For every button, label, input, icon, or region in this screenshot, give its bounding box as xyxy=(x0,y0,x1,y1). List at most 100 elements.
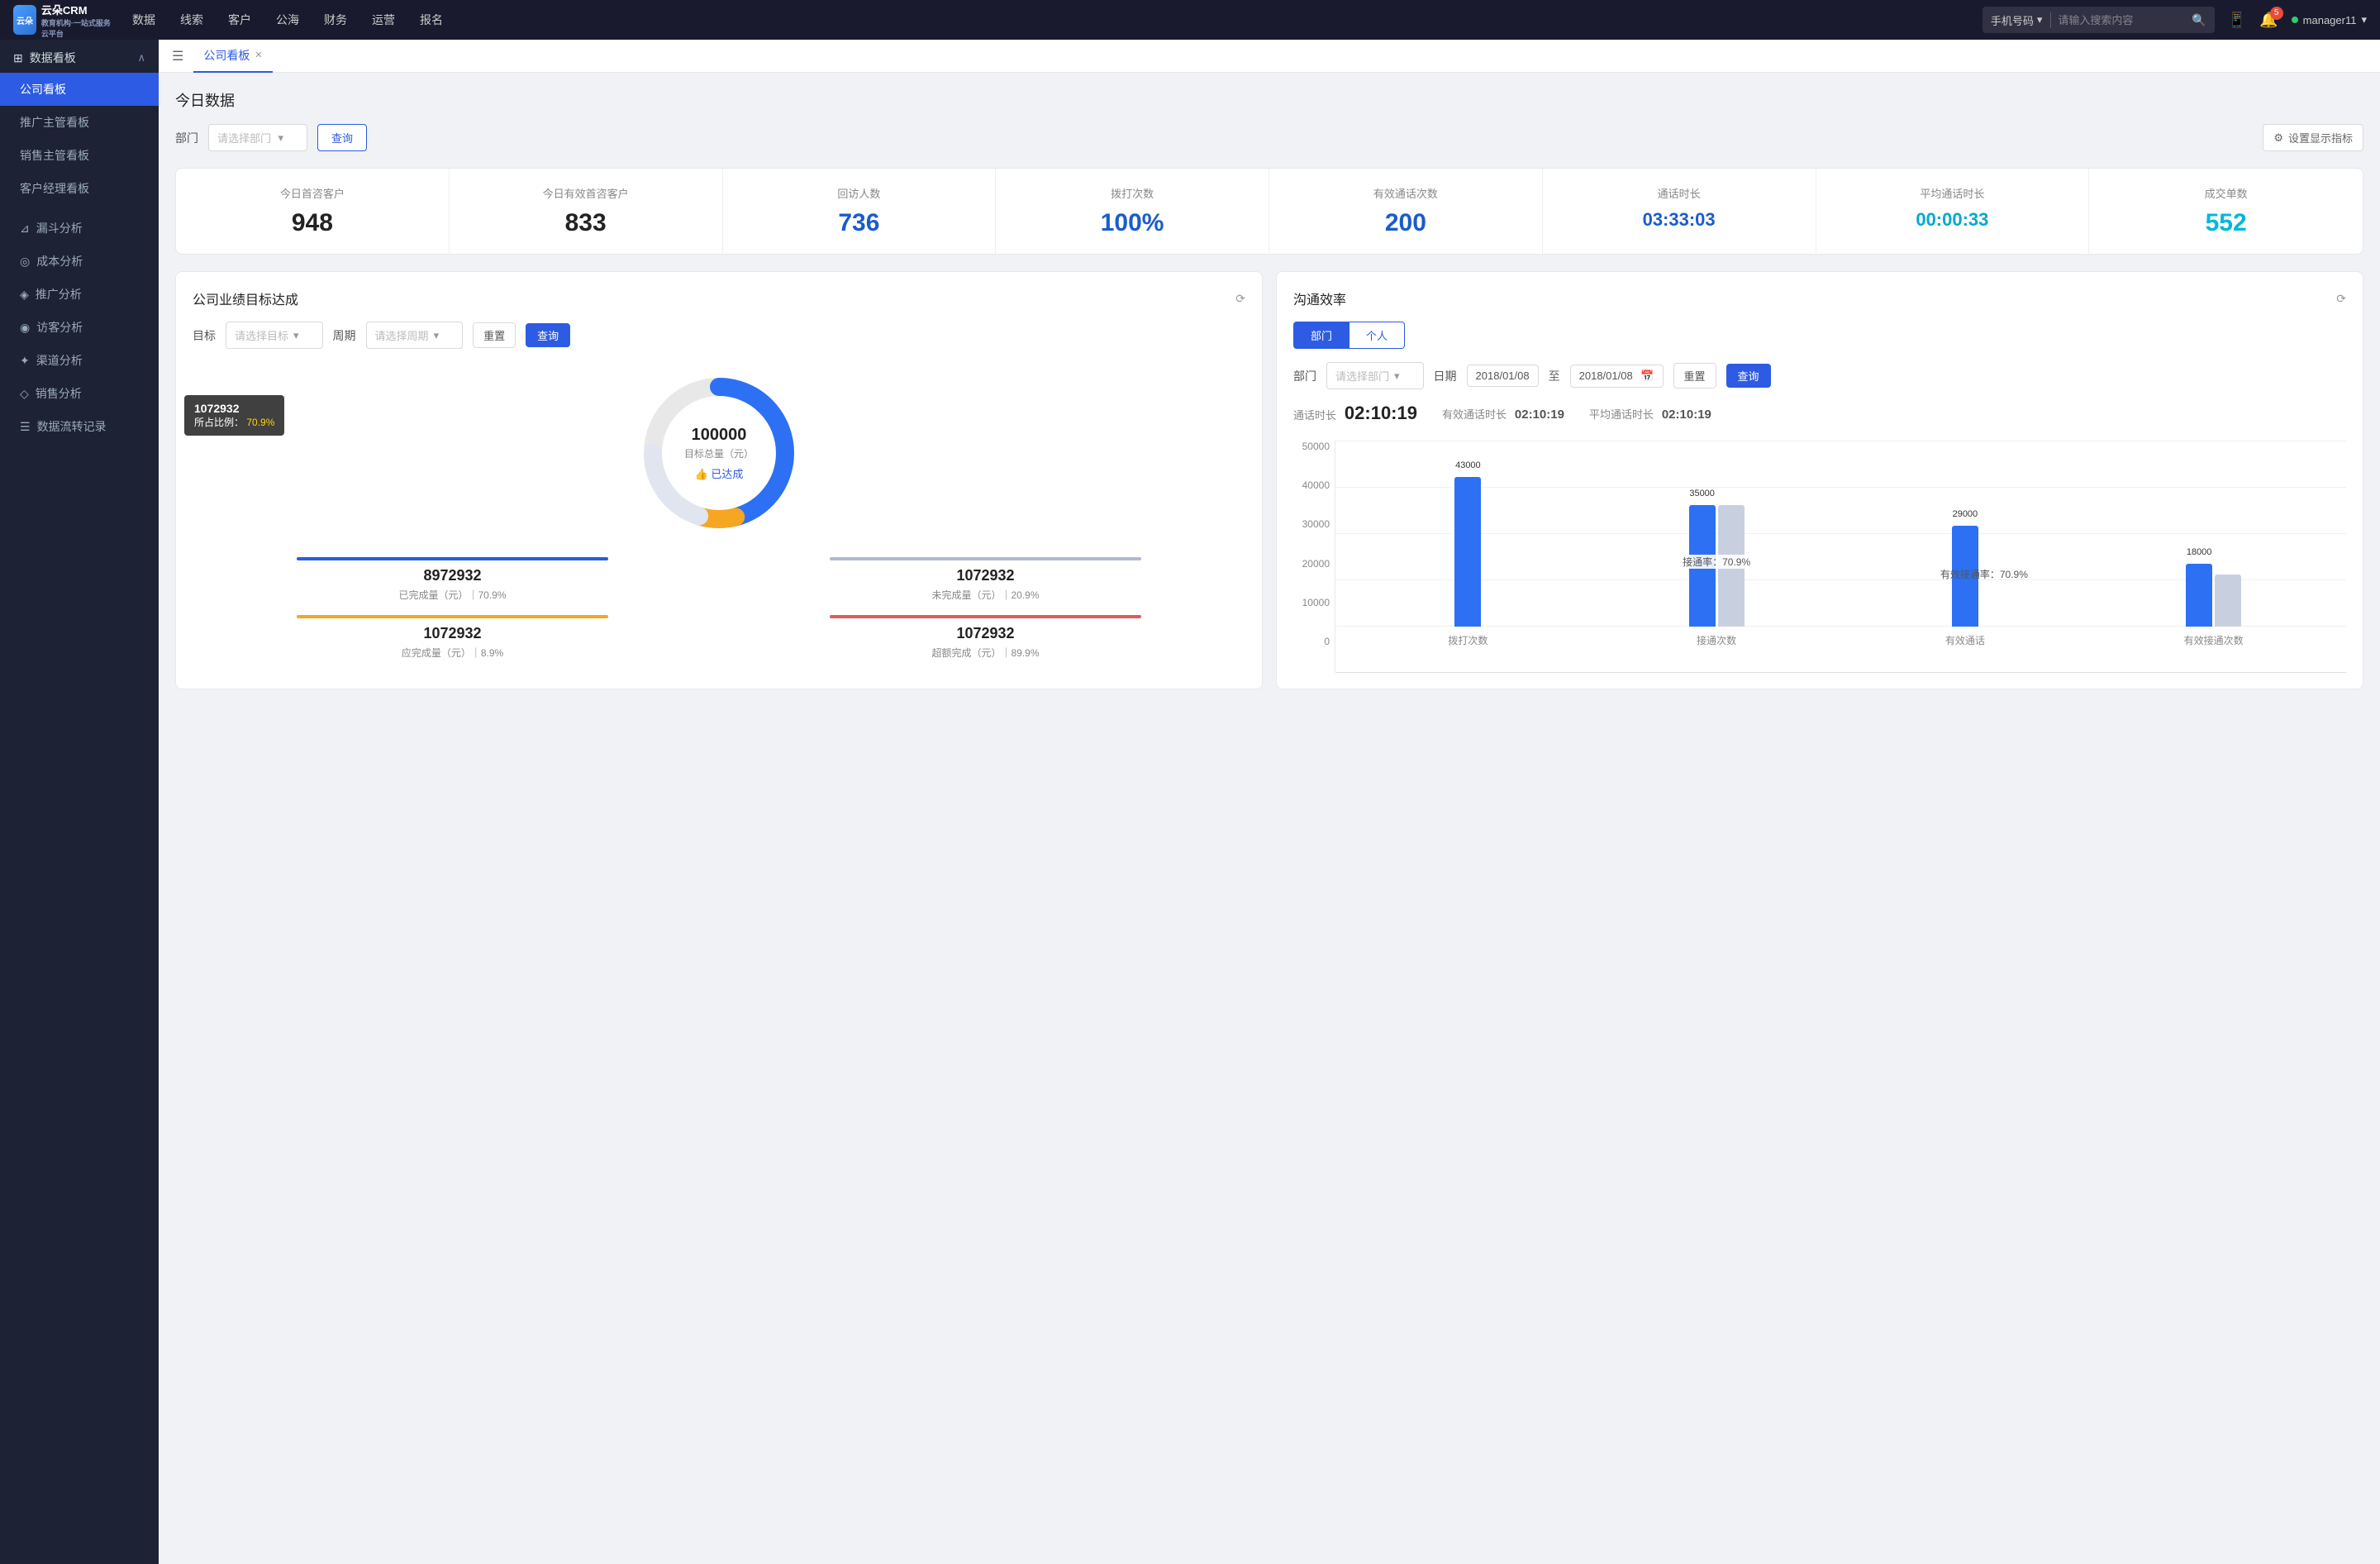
comm-panel-title: 沟通效率 xyxy=(1293,288,1346,308)
sidebar-item-label: 推广主管看板 xyxy=(20,114,89,131)
goal-metrics-grid: 8972932 已完成量（元）｜70.9% 1072932 未完成量（元）｜20… xyxy=(193,557,1245,660)
metric-call-duration: 通话时长 03:33:03 xyxy=(1543,169,1816,254)
select-chevron-icon: ▾ xyxy=(434,329,440,342)
donut-achieved-label: 👍 已达成 xyxy=(684,465,754,481)
stat-value: 02:10:19 xyxy=(1515,408,1564,422)
two-panels: 公司业绩目标达成 ⟳ 目标 请选择目标 ▾ 周期 请选择周期 ▾ 重置 查询 xyxy=(175,271,2363,689)
sidebar-section-header[interactable]: ⊞ 数据看板 ∧ xyxy=(0,40,159,73)
sidebar-item-customer-board[interactable]: 客户经理看板 xyxy=(0,172,159,205)
comm-date-label: 日期 xyxy=(1434,368,1457,384)
sidebar-item-data-flow[interactable]: ☰ 数据流转记录 xyxy=(0,410,159,443)
comm-panel: 沟通效率 ⟳ 部门 个人 部门 请选择部门 ▾ 日期 2018/01/08 xyxy=(1276,271,2363,689)
metric-label: 拨打次数 xyxy=(1009,185,1255,201)
settings-button[interactable]: ⚙ 设置显示指标 xyxy=(2263,124,2363,151)
bar-group-label: 有效接通次数 xyxy=(2184,633,2244,647)
metric-label: 通话时长 xyxy=(1556,185,1802,201)
comm-date-from[interactable]: 2018/01/08 xyxy=(1467,365,1539,387)
bar-chart: 50000 40000 30000 20000 10000 0 xyxy=(1293,441,2346,672)
nav-public-sea[interactable]: 公海 xyxy=(264,7,311,33)
logo: 云朵 云朵CRM 教育机构·一站式服务云平台 xyxy=(13,2,112,39)
bar-group-inner: 35000 接通率：70.9% xyxy=(1689,453,1745,627)
metric-valid-consult: 今日有效首咨客户 833 xyxy=(450,169,723,254)
bar-value-label: 18000 xyxy=(2186,547,2212,557)
metric-label: 平均通话时长 xyxy=(1830,185,2076,201)
tab-toggle-button[interactable]: ☰ xyxy=(172,48,183,64)
goal-panel-header: 公司业绩目标达成 ⟳ xyxy=(193,288,1245,308)
nav-leads[interactable]: 线索 xyxy=(169,7,215,33)
nav-enrollment[interactable]: 报名 xyxy=(408,7,455,33)
comm-dept-label: 部门 xyxy=(1293,368,1316,384)
top-navigation: 云朵 云朵CRM 教育机构·一站式服务云平台 数据 线索 客户 公海 财务 运营… xyxy=(0,0,2380,40)
sidebar-item-sales-board[interactable]: 销售主管看板 xyxy=(0,139,159,172)
metric-value: 736 xyxy=(736,209,983,237)
sidebar-item-channel[interactable]: ✦ 渠道分析 xyxy=(0,344,159,377)
sidebar-item-label: 客户经理看板 xyxy=(20,180,89,197)
period-select[interactable]: 请选择周期 ▾ xyxy=(366,322,464,349)
comm-tab-individual[interactable]: 个人 xyxy=(1349,322,1405,349)
sidebar-item-promo-board[interactable]: 推广主管看板 xyxy=(0,106,159,139)
goal-select[interactable]: 请选择目标 ▾ xyxy=(226,322,323,349)
sidebar-item-cost[interactable]: ◎ 成本分析 xyxy=(0,245,159,278)
bar-eff-conn-blue xyxy=(2186,564,2212,627)
goal-reset-button[interactable]: 重置 xyxy=(473,322,516,348)
gm-label: 超额完成（元）｜89.9% xyxy=(726,646,1245,660)
goal-query-button[interactable]: 查询 xyxy=(526,323,570,347)
cost-icon: ◎ xyxy=(20,255,30,269)
comm-date-to[interactable]: 2018/01/08 📅 xyxy=(1570,365,1664,388)
sidebar-item-visitor[interactable]: ◉ 访客分析 xyxy=(0,311,159,344)
bar-group-connected: 35000 接通率：70.9% 接通次数 xyxy=(1592,453,1841,647)
metric-label: 成交单数 xyxy=(2102,185,2349,201)
gm-value: 1072932 xyxy=(726,567,1245,584)
tooltip-percent: 70.9% xyxy=(246,417,274,428)
nav-data[interactable]: 数据 xyxy=(121,7,167,33)
bar-group-effective: 29000 有效接通率：70.9% 有效通话 xyxy=(1841,453,2090,647)
tab-close-button[interactable]: ✕ xyxy=(255,50,262,60)
nav-operations[interactable]: 运营 xyxy=(360,7,407,33)
goal-refresh-icon[interactable]: ⟳ xyxy=(1235,292,1245,306)
dashboard-icon: ⊞ xyxy=(13,51,23,65)
metric-effective-calls: 有效通话次数 200 xyxy=(1269,169,1543,254)
comm-panel-header: 沟通效率 ⟳ xyxy=(1293,288,2346,308)
today-query-button[interactable]: 查询 xyxy=(317,124,367,151)
flow-icon: ☰ xyxy=(20,420,31,434)
comm-query-button[interactable]: 查询 xyxy=(1726,364,1771,388)
gm-value: 1072932 xyxy=(726,625,1245,642)
bar-group-label: 有效通话 xyxy=(1945,633,1985,647)
search-type-dropdown[interactable]: 手机号码 ▾ xyxy=(1983,12,2052,28)
metric-deals: 成交单数 552 xyxy=(2089,169,2363,254)
notification-icon[interactable]: 🔔 5 xyxy=(2259,12,2278,29)
donut-chart-wrapper: 100000 目标总量（元） 👍 已达成 1072932 所占比例： 70.9% xyxy=(193,362,1245,544)
tooltip-percent-row: 所占比例： 70.9% xyxy=(194,415,274,429)
comm-dept-select[interactable]: 请选择部门 ▾ xyxy=(1326,362,1424,389)
search-input[interactable] xyxy=(2051,14,2183,26)
bars-container: 43000 拨打次数 35000 xyxy=(1335,441,2346,647)
metric-avg-call-duration: 平均通话时长 00:00:33 xyxy=(1816,169,2090,254)
comm-reset-button[interactable]: 重置 xyxy=(1673,363,1716,389)
sidebar-item-funnel[interactable]: ⊿ 漏斗分析 xyxy=(0,212,159,245)
dept-select[interactable]: 请选择部门 ▾ xyxy=(208,124,307,151)
metrics-row: 今日首咨客户 948 今日有效首咨客户 833 回访人数 736 拨打次数 10… xyxy=(175,168,2363,255)
donut-tooltip: 1072932 所占比例： 70.9% xyxy=(184,395,284,436)
metric-dial-count: 拨打次数 100% xyxy=(996,169,1269,254)
search-button[interactable]: 🔍 xyxy=(2183,7,2214,33)
comm-tabs: 部门 个人 xyxy=(1293,322,2346,349)
comm-stat-avg-duration: 平均通话时长 02:10:19 xyxy=(1589,406,1711,422)
y-label: 10000 xyxy=(1293,597,1330,608)
y-label: 20000 xyxy=(1293,558,1330,570)
funnel-icon: ⊿ xyxy=(20,222,30,236)
y-label: 0 xyxy=(1293,636,1330,647)
tab-company-board[interactable]: 公司看板 ✕ xyxy=(193,40,272,73)
comm-tab-dept[interactable]: 部门 xyxy=(1293,322,1349,349)
nav-customers[interactable]: 客户 xyxy=(217,7,263,33)
sidebar-item-sales-analysis[interactable]: ◇ 销售分析 xyxy=(0,377,159,410)
collapse-icon: ∧ xyxy=(137,51,145,64)
tablet-icon[interactable]: 📱 xyxy=(2228,12,2246,29)
bar-annotation: 有效接通率：70.9% xyxy=(1940,567,2028,581)
sidebar-item-promo-analysis[interactable]: ◈ 推广分析 xyxy=(0,278,159,311)
metric-label: 今日首咨客户 xyxy=(189,185,436,201)
goal-metric-exceeded: 1072932 超额完成（元）｜89.9% xyxy=(726,615,1245,660)
comm-refresh-icon[interactable]: ⟳ xyxy=(2336,292,2346,306)
sidebar-item-company-board[interactable]: 公司看板 xyxy=(0,73,159,106)
nav-finance[interactable]: 财务 xyxy=(312,7,359,33)
user-info[interactable]: manager11 ▾ xyxy=(2292,13,2367,26)
